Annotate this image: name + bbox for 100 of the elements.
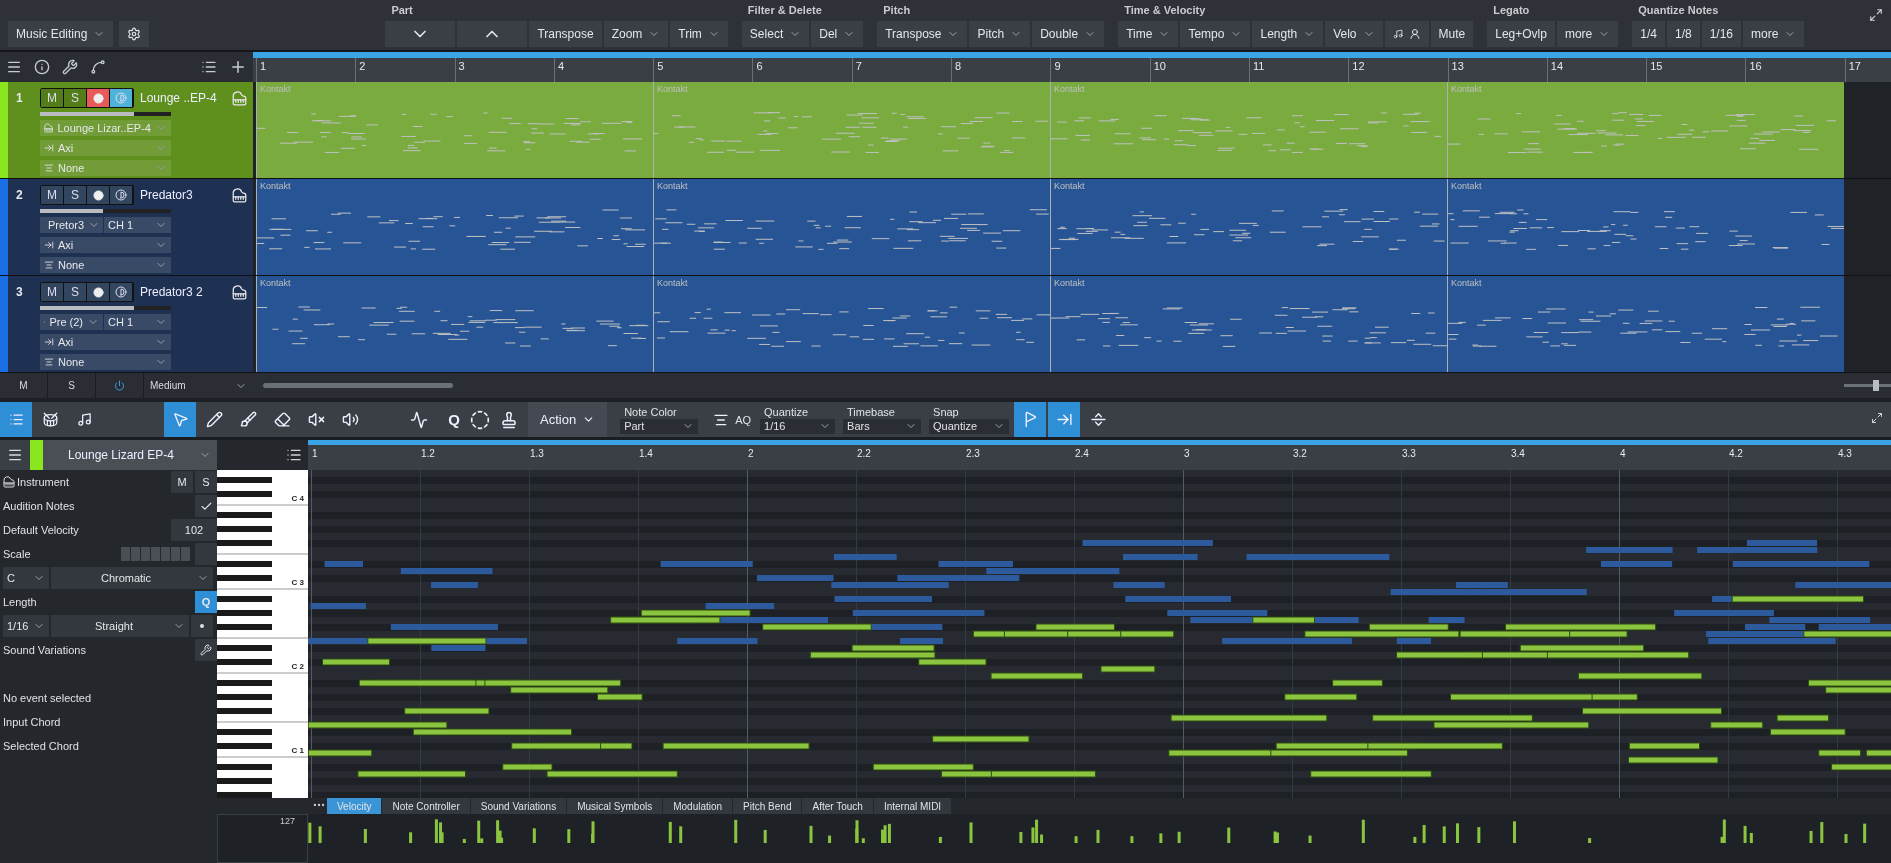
mute-all-button[interactable]: M <box>0 373 48 398</box>
velocity-field[interactable]: 102 <box>171 519 217 541</box>
keyboard-icon <box>232 284 247 300</box>
volume-fader[interactable] <box>40 306 171 310</box>
midi-part[interactable]: Kontakt <box>1447 179 1844 275</box>
record-dot-icon <box>92 92 104 104</box>
settings-button[interactable] <box>119 21 150 47</box>
lane-tab[interactable]: After Touch <box>802 798 873 814</box>
menu-button[interactable]: Zoom <box>603 21 669 47</box>
command-button[interactable]: Mute <box>1430 21 1474 47</box>
lane-tab[interactable]: Musical Symbols <box>567 798 663 814</box>
auto-quantize-label[interactable]: AQ <box>731 413 756 426</box>
feel-select[interactable]: Straight <box>51 615 189 637</box>
menu-button[interactable]: Pitch <box>969 21 1031 47</box>
performer-button[interactable] <box>1384 21 1429 47</box>
midi-part[interactable]: Kontakt <box>256 276 653 372</box>
input-select[interactable]: Axi <box>40 334 171 350</box>
menu-button[interactable]: Length <box>1252 21 1324 47</box>
instrument-m-toggle[interactable]: M <box>171 471 193 493</box>
menu-button[interactable]: Tempo <box>1180 21 1251 47</box>
track-m-toggle[interactable]: M <box>41 89 64 107</box>
command-button[interactable]: Leg+Ovlp <box>1487 21 1555 47</box>
note-color-select[interactable]: Part <box>620 418 699 434</box>
menu-icon <box>6 59 22 75</box>
zoom-slider-thumb[interactable] <box>1872 380 1879 391</box>
command-button[interactable]: Transpose <box>529 21 602 47</box>
monitor-button[interactable] <box>110 186 133 204</box>
record-button[interactable] <box>87 283 110 301</box>
record-button[interactable] <box>87 186 110 204</box>
track-s-toggle[interactable]: S <box>64 89 87 107</box>
dot-icon <box>200 624 204 628</box>
command-button[interactable]: 1/8 <box>1666 21 1700 47</box>
instrument-select[interactable]: Pretor3 <box>40 217 103 233</box>
solo-all-button[interactable]: S <box>48 373 96 398</box>
end-snap-button[interactable] <box>1048 402 1081 437</box>
menu-button[interactable]: Del <box>811 21 864 47</box>
bar-number: 14 <box>1550 60 1564 72</box>
timebase-select[interactable]: Bars <box>843 418 922 434</box>
flag-snap-button[interactable] <box>1014 402 1047 437</box>
track-header[interactable]: 3 M S Predator3 2 Pre (2) CH 1 Axi None <box>0 276 253 373</box>
menu-button[interactable]: Select <box>741 21 810 47</box>
editor-ruler[interactable]: 1 1.2 1.3 1.4 2 2.2 2.3 2.4 3 3.2 3.3 3.4 4 4.2 4.3 <box>308 440 1891 470</box>
quantize-button[interactable]: Q <box>440 411 468 428</box>
dotted-button[interactable] <box>191 615 213 637</box>
ruler-label: 1.3 <box>530 448 544 459</box>
lane-tab[interactable]: Note Controller <box>382 798 470 814</box>
menu-button[interactable]: Trim <box>670 21 728 47</box>
scale-label: Scale <box>3 548 32 560</box>
output-select[interactable]: None <box>40 257 171 273</box>
scale-type-select[interactable]: Chromatic <box>51 567 213 589</box>
settings-icon <box>127 27 142 41</box>
audition-checkbox[interactable] <box>195 495 217 517</box>
track-s-toggle[interactable]: S <box>64 283 87 301</box>
volume-fader[interactable] <box>40 209 171 213</box>
record-button[interactable] <box>87 89 110 107</box>
workspace-select[interactable]: Music Editing <box>8 21 114 47</box>
track-size-select[interactable]: Medium <box>144 379 253 392</box>
horizontal-scrollbar[interactable] <box>263 383 453 388</box>
track-header[interactable]: 2 M S Predator3 Pretor3 CH 1 Axi None <box>0 179 253 276</box>
instrument-select[interactable]: Pre (2) <box>40 314 103 330</box>
scale-root-select[interactable]: C <box>3 567 49 589</box>
track-header[interactable]: 1 M S Lounge ..EP-4 Lounge Lizar..EP-4 Axi None <box>0 82 253 179</box>
track-s-toggle[interactable]: S <box>64 186 87 204</box>
action-menu[interactable]: Action <box>528 402 608 437</box>
track-m-toggle[interactable]: M <box>41 283 64 301</box>
lane-tab[interactable]: Sound Variations <box>470 798 567 814</box>
menu-button[interactable]: Double <box>1032 21 1105 47</box>
volume-fader[interactable] <box>40 112 171 116</box>
midi-part[interactable]: Kontakt <box>256 179 653 275</box>
midi-part[interactable]: Kontakt <box>1447 276 1844 372</box>
instrument-s-toggle[interactable]: S <box>195 471 217 493</box>
track-m-toggle[interactable]: M <box>41 186 64 204</box>
monitor-button[interactable] <box>110 283 133 301</box>
inspector-header[interactable]: Lounge Lizard EP-4 <box>0 440 217 470</box>
menu-button[interactable]: Velo <box>1325 21 1383 47</box>
midi-part[interactable]: Kontakt <box>653 179 1050 275</box>
menu-button[interactable]: Time <box>1118 21 1179 47</box>
output-select[interactable]: None <box>40 354 171 370</box>
input-select[interactable]: Axi <box>40 237 171 253</box>
timeline-ruler[interactable]: 1 2 3 4 5 6 7 8 9 10 11 12 13 14 15 16 17 <box>253 52 1891 82</box>
lane-tab[interactable]: Pitch Bend <box>733 798 802 814</box>
monitor-button[interactable] <box>110 89 133 107</box>
menu-button[interactable]: more <box>1743 21 1805 47</box>
midi-part[interactable]: Kontakt <box>1050 179 1447 275</box>
length-select[interactable]: 1/16 <box>3 615 49 637</box>
channel-select[interactable]: CH 1 <box>104 314 171 330</box>
menu-button[interactable]: more <box>1556 21 1619 47</box>
lane-tab[interactable]: Internal MIDI <box>873 798 952 814</box>
command-button[interactable]: 1/4 <box>1632 21 1665 47</box>
channel-select[interactable]: CH 1 <box>104 217 171 233</box>
eraser-icon <box>273 411 291 428</box>
grid-value-select[interactable]: 1/16 <box>760 418 836 434</box>
midi-part[interactable]: Kontakt <box>653 276 1050 372</box>
midi-part[interactable]: Kontakt <box>1050 276 1447 372</box>
menu-button[interactable]: Transpose <box>877 21 968 47</box>
bar-number: 2 <box>359 60 366 72</box>
command-button[interactable]: 1/16 <box>1701 21 1741 47</box>
sound-variations-button[interactable] <box>195 639 217 661</box>
lane-tab[interactable]: Modulation <box>663 798 733 814</box>
snap-select[interactable]: Quantize <box>929 418 1010 434</box>
